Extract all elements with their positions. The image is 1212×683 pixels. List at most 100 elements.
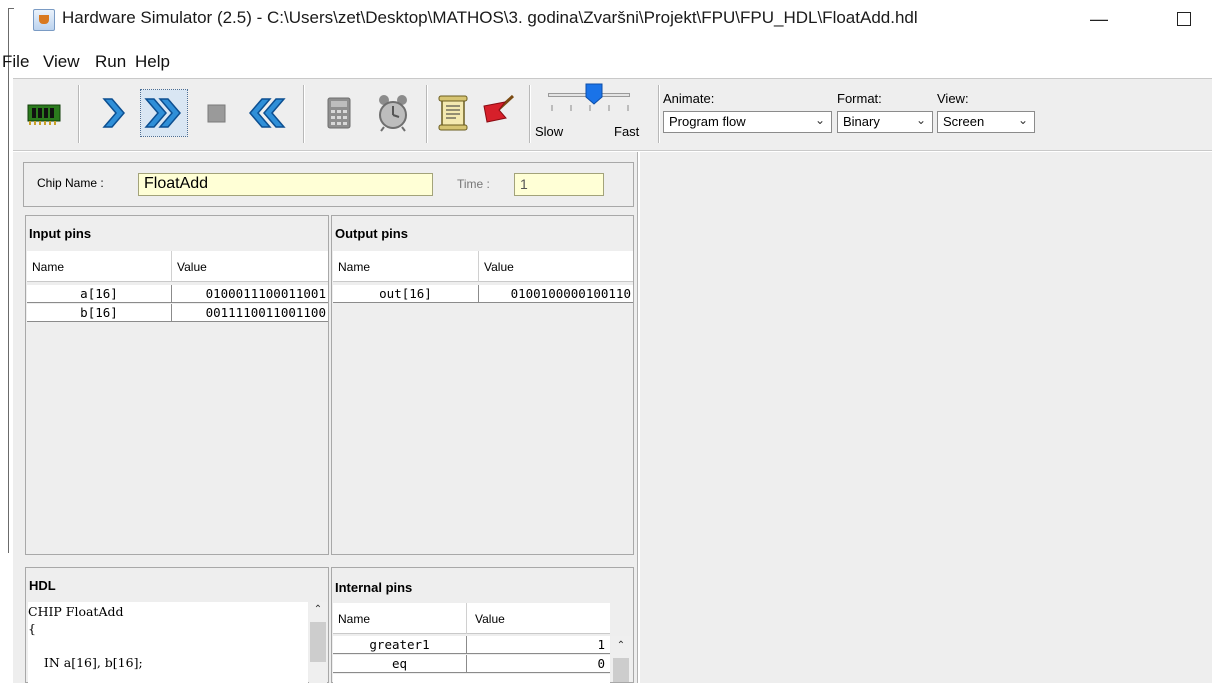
speed-slider-thumb[interactable] (585, 83, 603, 105)
view-select[interactable]: Screen ⌄ (937, 111, 1035, 133)
fast-forward-icon (144, 98, 181, 128)
pin-name: a[16] (80, 286, 118, 301)
menu-file[interactable]: File (2, 52, 29, 72)
maximize-button[interactable] (1162, 4, 1206, 34)
format-value: Binary (843, 114, 880, 129)
output-pins-panel: Output pins Name Value out[16] 010010000… (331, 215, 634, 555)
slow-label: Slow (535, 124, 564, 139)
maximize-icon (1177, 12, 1191, 26)
internal-pins-panel: Internal pins Name Value greater1 1 eq 0… (331, 567, 634, 683)
scroll-up-icon[interactable]: ⌃ (611, 640, 631, 651)
minimize-button[interactable]: — (1077, 4, 1121, 34)
toolbar-separator (529, 85, 531, 143)
time-field: 1 (514, 173, 604, 196)
table-row[interactable] (333, 674, 610, 683)
step-forward-icon (102, 98, 125, 128)
chevron-down-icon: ⌄ (1017, 113, 1028, 127)
view-value: Screen (943, 114, 985, 129)
toolbar-separator (78, 85, 80, 143)
rewind-icon (249, 98, 286, 128)
speed-slider-ticks (551, 105, 629, 111)
breakpoints-button[interactable] (475, 90, 521, 136)
column-divider (171, 251, 172, 282)
cell-divider (466, 655, 467, 673)
load-chip-button[interactable] (21, 90, 67, 136)
table-row[interactable]: a[16] 0100011100011001 (27, 285, 328, 303)
toolbar-separator (658, 85, 660, 143)
stop-button[interactable] (194, 90, 240, 136)
table-row[interactable]: eq 0 (333, 655, 610, 673)
cell-divider (171, 285, 172, 303)
animate-label: Animate: (663, 91, 715, 106)
format-select[interactable]: Binary ⌄ (837, 111, 933, 133)
breakpoint-flag-icon (483, 94, 515, 123)
hdl-title: HDL (29, 578, 56, 593)
column-divider (466, 603, 467, 634)
menu-run[interactable]: Run (95, 52, 126, 72)
menu-view[interactable]: View (43, 52, 80, 72)
table-row[interactable]: out[16] 0100100000100110 (333, 285, 633, 303)
load-script-button[interactable] (430, 90, 476, 136)
format-label: Format: (837, 91, 882, 106)
column-header-value[interactable]: Value (177, 260, 207, 274)
input-pins-panel: Input pins Name Value a[16] 010001110001… (25, 215, 329, 555)
calculator-icon (327, 97, 351, 129)
internal-pins-title: Internal pins (335, 580, 413, 595)
pin-value: 1 (597, 637, 605, 652)
tick-tock-button[interactable] (370, 90, 416, 136)
chevron-down-icon: ⌄ (915, 113, 926, 127)
animate-select[interactable]: Program flow ⌄ (663, 111, 832, 133)
eval-button[interactable] (316, 90, 362, 136)
pin-value: 0 (597, 656, 605, 671)
screen-area (640, 152, 1212, 683)
table-row[interactable]: greater1 1 (333, 636, 610, 654)
hdl-scrollbar[interactable]: ⌃ (309, 602, 327, 683)
fast-label: Fast (614, 124, 640, 139)
input-pins-header: Name Value (27, 251, 328, 282)
toolbar-separator (303, 85, 305, 143)
pin-name: greater1 (369, 637, 430, 652)
column-header-name[interactable]: Name (338, 260, 370, 274)
column-header-name[interactable]: Name (338, 612, 370, 626)
time-label: Time : (457, 177, 490, 191)
column-header-name[interactable]: Name (32, 260, 64, 274)
hdl-scroll-thumb[interactable] (310, 622, 326, 662)
internal-pins-header: Name Value (333, 603, 610, 634)
alarm-clock-icon (379, 95, 407, 132)
script-scroll-icon (438, 95, 468, 131)
output-pins-title: Output pins (335, 226, 408, 241)
pin-name: eq (391, 656, 408, 671)
pin-value[interactable]: 0100011100011001 (175, 286, 327, 302)
pin-name: out[16] (379, 286, 432, 301)
stop-icon (207, 104, 226, 123)
cell-divider (171, 304, 172, 322)
column-header-value[interactable]: Value (484, 260, 514, 274)
pin-name: b[16] (80, 305, 118, 320)
view-label: View: (937, 91, 969, 106)
chip-name-field: FloatAdd (138, 173, 433, 196)
internal-pins-scroll-thumb[interactable] (613, 658, 629, 682)
window-title: Hardware Simulator (2.5) - C:\Users\zet\… (62, 8, 918, 27)
chip-name-label: Chip Name : (37, 176, 104, 190)
single-step-button[interactable] (91, 90, 137, 136)
column-divider (478, 251, 479, 282)
animate-value: Program flow (669, 114, 746, 129)
output-pins-header: Name Value (333, 251, 633, 282)
menu-help[interactable]: Help (135, 52, 170, 72)
pin-value[interactable]: 0100100000100110 (482, 286, 632, 302)
chip-icon (27, 104, 61, 125)
column-header-value[interactable]: Value (475, 612, 505, 626)
run-button[interactable] (140, 89, 188, 137)
input-pins-title: Input pins (29, 226, 92, 241)
scroll-up-icon[interactable]: ⌃ (309, 604, 327, 615)
chevron-down-icon: ⌄ (814, 113, 825, 127)
reset-button[interactable] (243, 90, 289, 136)
cell-divider (478, 285, 479, 303)
cell-divider (466, 636, 467, 654)
table-row[interactable]: b[16] 0011110011001100 (27, 304, 328, 322)
java-app-icon[interactable] (33, 9, 55, 31)
hdl-code[interactable]: CHIP FloatAdd { IN a[16], b[16]; (28, 602, 308, 683)
internal-pins-scrollbar[interactable]: ⌃ (611, 636, 631, 682)
pin-value[interactable]: 0011110011001100 (175, 305, 327, 321)
window-edge-left (8, 8, 9, 553)
